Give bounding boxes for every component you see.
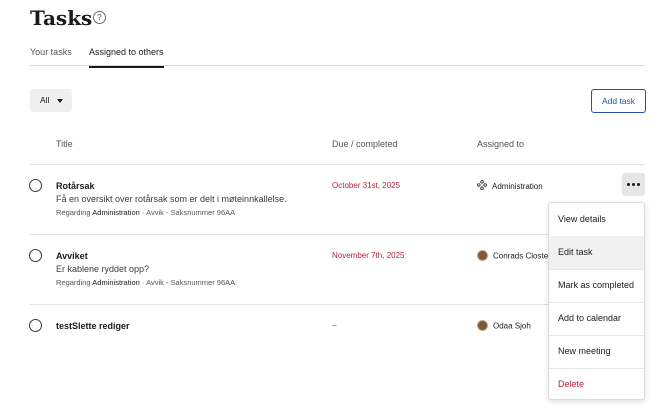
- menu-item-new-meeting[interactable]: New meeting: [549, 335, 644, 368]
- avatar: [477, 320, 488, 332]
- group-icon: [477, 180, 487, 193]
- menu-item-add-to-calendar[interactable]: Add to calendar: [549, 302, 644, 335]
- filter-value: All: [40, 95, 50, 105]
- dot: [627, 183, 630, 186]
- regarding-prefix: Regarding: [56, 208, 91, 217]
- avatar: [477, 250, 488, 262]
- task-description: Er kablene ryddet opp?: [56, 264, 150, 274]
- column-header-title: Title: [56, 139, 73, 149]
- due-date: –: [332, 321, 337, 330]
- task-description: Få en oversikt over rotårsak som er delt…: [56, 194, 287, 204]
- regarding-entity[interactable]: Administration: [92, 278, 140, 287]
- due-date: October 31st, 2025: [332, 181, 401, 190]
- dot: [637, 183, 640, 186]
- assignee-name: Conrads Closter: [493, 251, 551, 261]
- filter-dropdown[interactable]: All: [30, 89, 72, 112]
- more-options-button[interactable]: [622, 173, 645, 196]
- assignee-name: Administration: [492, 182, 543, 191]
- regarding-detail: · Avvik - Saksnummer 96AA: [141, 278, 236, 287]
- dot: [632, 183, 635, 186]
- assignee: Administration: [477, 180, 543, 193]
- tabs-divider: [30, 65, 645, 66]
- complete-radio[interactable]: [29, 249, 42, 262]
- assignee: Odaa Sjoh: [477, 320, 531, 332]
- regarding-entity[interactable]: Administration: [92, 208, 140, 217]
- question-circle-icon[interactable]: ?: [93, 11, 106, 24]
- regarding-prefix: Regarding: [56, 278, 91, 287]
- due-date: November 7th, 2025: [332, 251, 405, 260]
- task-context-menu: View details Edit task Mark as completed…: [548, 202, 645, 400]
- menu-item-edit-task[interactable]: Edit task: [549, 236, 644, 269]
- row-divider: [30, 164, 645, 165]
- menu-item-mark-completed[interactable]: Mark as completed: [549, 269, 644, 302]
- complete-radio[interactable]: [29, 179, 42, 192]
- column-header-assigned: Assigned to: [477, 139, 525, 149]
- column-header-due: Due / completed: [332, 139, 398, 149]
- regarding-detail: · Avvik - Saksnummer 96AA: [141, 208, 236, 217]
- caret-down-icon: [57, 99, 63, 103]
- task-title[interactable]: Avviket: [56, 250, 88, 262]
- assignee: Conrads Closter: [477, 250, 551, 262]
- menu-item-view-details[interactable]: View details: [549, 203, 644, 236]
- assignee-name: Odaa Sjoh: [493, 321, 531, 331]
- task-regarding: Regarding Administration · Avvik - Saksn…: [56, 278, 235, 288]
- tab-your-tasks[interactable]: Your tasks: [30, 46, 72, 66]
- menu-item-delete[interactable]: Delete: [549, 368, 644, 401]
- task-regarding: Regarding Administration · Avvik - Saksn…: [56, 208, 235, 218]
- task-title[interactable]: testSlette rediger: [56, 320, 130, 332]
- page-title: Tasks: [30, 6, 93, 30]
- add-task-button[interactable]: Add task: [591, 89, 646, 113]
- task-title[interactable]: Rotårsak: [56, 180, 95, 192]
- complete-radio[interactable]: [29, 319, 42, 332]
